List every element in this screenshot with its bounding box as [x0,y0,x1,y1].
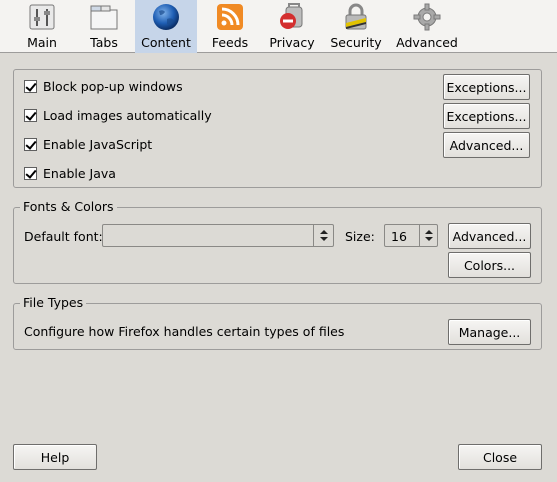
font-size-spin-arrows[interactable] [419,225,437,246]
tab-tabs[interactable]: Tabs [77,0,131,53]
fonts-colors-legend: Fonts & Colors [20,199,117,214]
tab-feeds-label: Feeds [211,35,249,50]
tabs-icon [90,5,118,30]
padlock-icon [345,3,367,30]
javascript-advanced-button[interactable]: Advanced... [443,132,530,158]
rss-feed-icon [217,4,243,30]
tab-feeds[interactable]: Feeds [203,0,257,53]
close-button[interactable]: Close [458,444,542,470]
tab-security-label: Security [330,35,382,50]
file-types-description: Configure how Firefox handles certain ty… [24,324,345,339]
font-size-value: 16 [391,229,407,244]
popup-exceptions-button[interactable]: Exceptions... [443,74,530,100]
block-popups-label: Block pop-up windows [43,78,183,94]
switch-icon [29,4,55,30]
enable-javascript-row[interactable]: Enable JavaScript [24,135,152,153]
enable-java-label: Enable Java [43,165,116,181]
manage-button[interactable]: Manage... [448,319,531,345]
default-font-dropdown-arrow[interactable] [313,225,333,246]
enable-java-row[interactable]: Enable Java [24,164,116,182]
load-images-label: Load images automatically [43,107,212,123]
up-down-arrows-icon [320,230,328,241]
tab-tabs-label: Tabs [90,35,118,50]
tab-content-label: Content [141,35,191,50]
globe-icon [153,4,179,30]
block-popups-row[interactable]: Block pop-up windows [24,77,183,95]
preferences-toolbar: Main Tabs Content Feeds Privacy Security… [0,0,557,53]
load-images-checkbox[interactable] [24,108,37,122]
load-images-row[interactable]: Load images automatically [24,106,212,124]
colors-button[interactable]: Colors... [448,252,531,278]
tab-main[interactable]: Main [14,0,70,53]
block-popups-checkbox[interactable] [24,79,37,93]
enable-java-checkbox[interactable] [24,166,37,180]
fonts-advanced-button[interactable]: Advanced... [448,223,531,249]
font-size-spinner[interactable]: 16 [384,224,438,247]
tab-advanced[interactable]: Advanced [394,0,460,53]
file-types-legend: File Types [20,295,87,310]
tab-main-label: Main [27,35,57,50]
enable-javascript-label: Enable JavaScript [43,136,153,152]
tab-privacy-label: Privacy [269,35,315,50]
up-down-arrows-icon [425,230,433,241]
tab-privacy[interactable]: Privacy [264,0,320,53]
tab-security[interactable]: Security [328,0,384,53]
tab-content[interactable]: Content [135,0,197,53]
size-label: Size: [345,229,375,244]
gear-icon [413,3,441,31]
images-exceptions-button[interactable]: Exceptions... [443,103,530,129]
tab-advanced-label: Advanced [396,35,458,50]
enable-javascript-checkbox[interactable] [24,137,37,151]
preferences-window: Main Tabs Content Feeds Privacy Security… [0,0,557,482]
default-font-label: Default font: [24,229,103,244]
no-entry-icon [280,3,303,29]
default-font-combo[interactable] [102,224,334,247]
help-button[interactable]: Help [13,444,97,470]
